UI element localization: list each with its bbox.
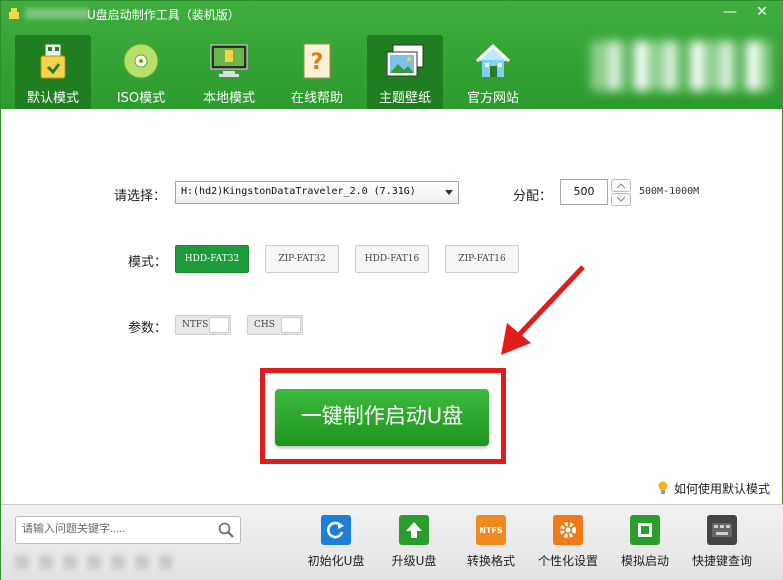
header: U盘启动制作工具（装机版） — ✕ 默认模式 ISO模式 本地模式 ? 在线帮助… xyxy=(1,1,783,109)
wallpaper-icon xyxy=(385,41,425,81)
alloc-range-text: 500M-1000M xyxy=(639,186,700,197)
tool-label: 初始化U盘 xyxy=(307,554,365,568)
gear-icon xyxy=(553,515,583,545)
param-label: 参数： xyxy=(128,321,168,336)
usb-drive-icon xyxy=(33,41,73,81)
tab-theme-wallpaper[interactable]: 主题壁纸 xyxy=(367,35,443,109)
shortcut-query-tool[interactable]: 快捷键查询 xyxy=(687,515,757,569)
convert-format-tool[interactable]: NTFS 转换格式 xyxy=(456,515,526,569)
keyboard-icon xyxy=(707,515,737,545)
init-usb-tool[interactable]: 初始化U盘 xyxy=(301,515,371,569)
tab-local-mode[interactable]: 本地模式 xyxy=(191,35,267,109)
alloc-label: 分配： xyxy=(513,189,553,204)
blurred-version-text xyxy=(15,555,181,569)
help-book-icon: ? xyxy=(297,41,337,81)
search-input[interactable] xyxy=(22,523,208,535)
refresh-icon xyxy=(321,515,351,545)
tool-label: 快捷键查询 xyxy=(691,554,752,568)
personalize-tool[interactable]: 个性化设置 xyxy=(533,515,603,569)
footer-toolbar: 初始化U盘 升级U盘 NTFS 转换格式 个性化设置 模拟启动 xyxy=(1,504,783,580)
blurred-brand xyxy=(25,8,89,19)
simulate-boot-tool[interactable]: 模拟启动 xyxy=(610,515,680,569)
tab-official-site[interactable]: 官方网站 xyxy=(455,35,531,109)
window-title: U盘启动制作工具（装机版） xyxy=(87,8,240,22)
tool-label: 模拟启动 xyxy=(620,554,669,568)
ntfs-toggle[interactable]: NTFS xyxy=(175,315,231,335)
device-select[interactable]: H:(hd2)KingstonDataTraveler_2.0 (7.31G) xyxy=(175,181,459,204)
chevron-down-icon xyxy=(445,190,453,195)
disc-icon xyxy=(121,41,161,81)
tab-label: 本地模式 xyxy=(202,91,255,106)
mode-label: 模式： xyxy=(128,255,168,270)
main-nav: 默认模式 ISO模式 本地模式 ? 在线帮助 主题壁纸 官方网站 xyxy=(15,35,543,109)
device-select-value: H:(hd2)KingstonDataTraveler_2.0 (7.31G) xyxy=(181,186,416,197)
chevron-up-icon xyxy=(616,183,626,189)
svg-text:?: ? xyxy=(311,50,324,75)
mode-zip-fat32-button[interactable]: ZIP-FAT32 xyxy=(265,245,339,273)
make-boot-usb-button[interactable]: 一键制作启动U盘 xyxy=(275,389,489,446)
close-button[interactable]: ✕ xyxy=(747,1,777,25)
monitor-icon xyxy=(209,41,249,81)
tool-label: 个性化设置 xyxy=(537,554,598,568)
upgrade-usb-tool[interactable]: 升级U盘 xyxy=(379,515,449,569)
tab-label: 在线帮助 xyxy=(290,91,343,106)
chs-toggle-label: CHS xyxy=(254,320,275,330)
tab-label: 主题壁纸 xyxy=(378,91,431,106)
alloc-decrease-button[interactable] xyxy=(611,193,631,206)
tab-default-mode[interactable]: 默认模式 xyxy=(15,35,91,109)
tab-iso-mode[interactable]: ISO模式 xyxy=(103,35,179,109)
mode-hdd-fat32-button[interactable]: HDD-FAT32 xyxy=(175,245,249,273)
toggle-knob xyxy=(281,317,301,333)
help-link[interactable]: 如何使用默认模式 xyxy=(674,480,770,497)
blurred-logo xyxy=(591,41,771,91)
alloc-increase-button[interactable] xyxy=(611,179,631,192)
home-icon xyxy=(473,41,513,81)
simulate-icon xyxy=(630,515,660,545)
minimize-button[interactable]: — xyxy=(715,1,745,25)
chevron-down-icon xyxy=(616,196,626,202)
tool-label: 升级U盘 xyxy=(391,554,437,568)
upload-arrow-icon xyxy=(399,515,429,545)
ntfs-toggle-label: NTFS xyxy=(182,320,209,330)
device-label: 请选择： xyxy=(114,189,167,204)
search-box[interactable] xyxy=(15,516,241,544)
title-bar[interactable]: U盘启动制作工具（装机版） — ✕ xyxy=(1,1,783,27)
ntfs-icon: NTFS xyxy=(476,515,506,545)
tab-online-help[interactable]: ? 在线帮助 xyxy=(279,35,355,109)
tab-label: 官方网站 xyxy=(466,91,519,106)
toggle-knob xyxy=(209,317,229,333)
mode-hdd-fat16-button[interactable]: HDD-FAT16 xyxy=(355,245,429,273)
tab-label: ISO模式 xyxy=(116,91,166,106)
red-arrow-annotation xyxy=(501,265,585,355)
lightbulb-icon xyxy=(658,481,668,494)
alloc-input[interactable]: 500 xyxy=(560,179,608,205)
chs-toggle[interactable]: CHS xyxy=(247,315,303,335)
search-icon[interactable] xyxy=(218,522,234,538)
app-window: U盘启动制作工具（装机版） — ✕ 默认模式 ISO模式 本地模式 ? 在线帮助… xyxy=(0,0,783,580)
tab-label: 默认模式 xyxy=(26,91,79,106)
app-logo-icon xyxy=(9,8,19,19)
tool-label: 转换格式 xyxy=(466,554,515,568)
